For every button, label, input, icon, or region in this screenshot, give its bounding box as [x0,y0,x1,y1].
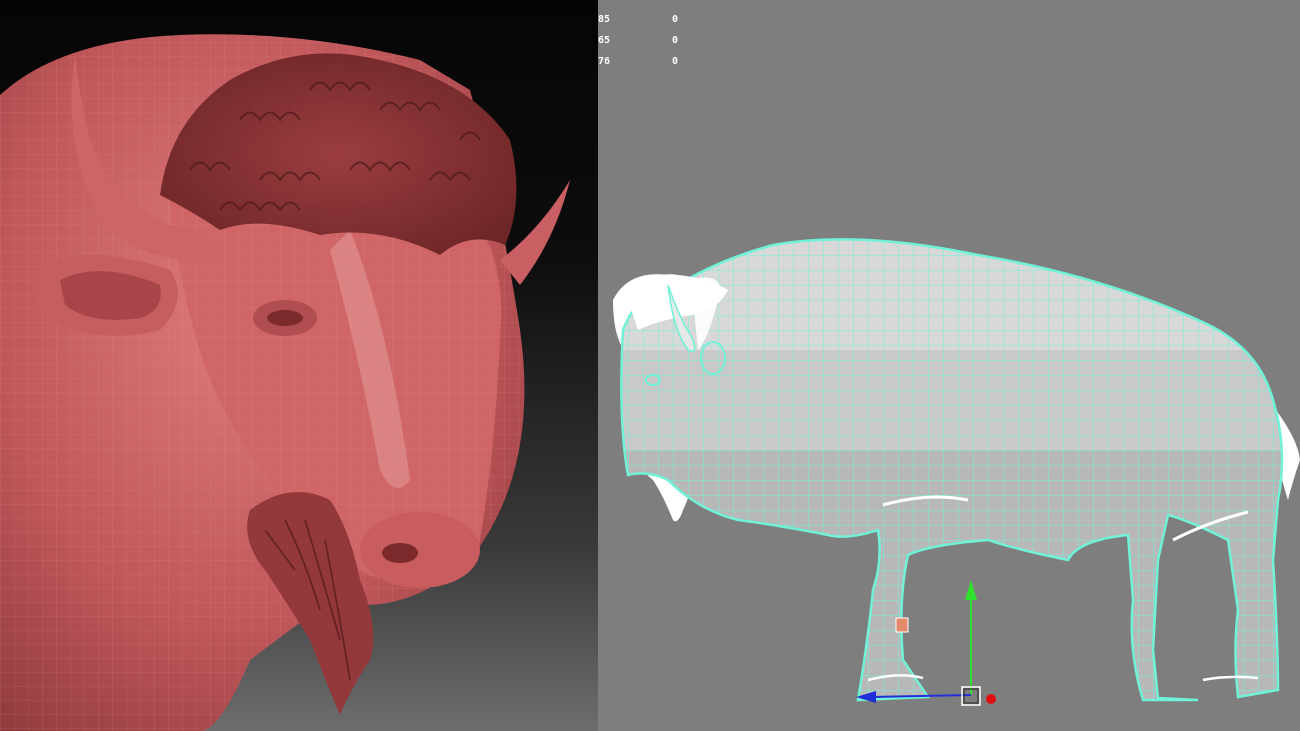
bison-sculpt-render [0,34,570,731]
selected-face [895,617,909,633]
bison-nose [360,512,480,588]
gizmo-z-handle [986,694,996,704]
sculpt-viewport[interactable] [0,0,598,731]
gizmo-y-arrow [965,580,977,600]
split-viewport-screen: 76 0 85 0 65 0 76 0 [0,0,1300,731]
bison-wireframe-model[interactable] [598,0,1300,731]
modeling-viewport[interactable]: 76 0 85 0 65 0 76 0 [598,0,1300,731]
